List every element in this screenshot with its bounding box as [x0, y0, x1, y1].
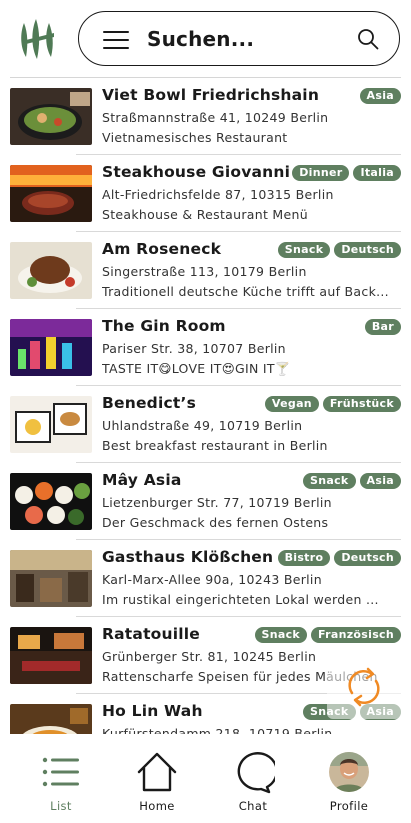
- search-bar[interactable]: Suchen...: [78, 11, 400, 66]
- restaurant-name: Mây Asia: [102, 471, 182, 489]
- restaurant-row[interactable]: Viet Bowl Friedrichshain Asia Straßmanns…: [0, 78, 411, 155]
- category-tag: Bar: [364, 319, 401, 335]
- tag-group: Bar: [364, 319, 401, 335]
- tag-group: Dinner Italia: [292, 165, 401, 181]
- restaurant-address: Grünberger Str. 81, 10245 Berlin: [102, 649, 317, 664]
- nav-profile[interactable]: Profile: [309, 734, 389, 823]
- restaurant-address: Pariser Str. 38, 10707 Berlin: [102, 341, 286, 356]
- restaurant-address: Kurfürstendamm 218, 10719 Berlin: [102, 726, 333, 734]
- restaurant-row[interactable]: The Gin Room Bar Pariser Str. 38, 10707 …: [0, 309, 411, 386]
- nav-chat-label: Chat: [238, 799, 268, 813]
- restaurant-description: Vietnamesisches Restaurant: [102, 130, 288, 145]
- restaurant-address: Straßmannstraße 41, 10249 Berlin: [102, 110, 329, 125]
- category-tag: Snack: [303, 473, 356, 489]
- restaurant-image: [10, 242, 92, 299]
- restaurant-image: [10, 88, 92, 145]
- category-tag: Snack: [277, 242, 331, 258]
- restaurant-description: Der Geschmack des fernen Ostens: [102, 515, 329, 530]
- top-bar: Suchen...: [0, 0, 411, 78]
- category-tag: Französisch: [311, 627, 401, 643]
- category-tag: Vegan: [264, 396, 319, 412]
- list-icon: [42, 757, 79, 787]
- category-tag: Dinner: [292, 165, 350, 181]
- restaurant-list[interactable]: Viet Bowl Friedrichshain Asia Straßmanns…: [0, 78, 411, 734]
- search-input[interactable]: Suchen...: [147, 27, 254, 51]
- nav-list[interactable]: List: [21, 734, 101, 823]
- restaurant-address: Lietzenburger Str. 77, 10719 Berlin: [102, 495, 332, 510]
- category-tag: Asia: [359, 473, 401, 489]
- restaurant-address: Karl-Marx-Allee 90a, 10243 Berlin: [102, 572, 322, 587]
- category-tag: Snack: [254, 627, 308, 643]
- restaurant-image: [10, 473, 92, 530]
- leaf-logo-icon: [21, 19, 54, 59]
- category-tag: Bistro: [277, 550, 331, 566]
- restaurant-name: The Gin Room: [102, 317, 226, 335]
- tag-group: Bistro Deutsch: [277, 550, 401, 566]
- restaurant-name: Am Roseneck: [102, 240, 222, 258]
- restaurant-name: Viet Bowl Friedrichshain: [102, 86, 320, 104]
- restaurant-image: [10, 396, 92, 453]
- restaurant-address: Singerstraße 113, 10179 Berlin: [102, 264, 307, 279]
- restaurant-row[interactable]: Am Roseneck Snack Deutsch Singerstraße 11…: [0, 232, 411, 309]
- search-icon[interactable]: [357, 28, 379, 50]
- category-tag: Italia: [353, 165, 401, 181]
- restaurant-row[interactable]: Mây Asia Snack Asia Lietzenburger Str. 77…: [0, 463, 411, 540]
- tag-group: Vegan Frühstück: [264, 396, 401, 412]
- restaurant-description: Best breakfast restaurant in Berlin: [102, 438, 328, 453]
- nav-profile-label: Profile: [329, 799, 369, 813]
- category-tag: Frühstück: [322, 396, 401, 412]
- restaurant-address: Alt-Friedrichsfelde 87, 10315 Berlin: [102, 187, 334, 202]
- avatar: [329, 752, 369, 792]
- chat-bubble-icon: [237, 752, 275, 794]
- restaurant-row[interactable]: Steakhouse Giovanni Dinner Italia Alt-Fri…: [0, 155, 411, 232]
- restaurant-image: [10, 704, 92, 734]
- restaurant-name: Gasthaus Klößchen: [102, 548, 274, 566]
- home-icon: [137, 752, 177, 792]
- restaurant-row[interactable]: Gasthaus Klößchen Bistro Deutsch Karl-Mar…: [0, 540, 411, 617]
- restaurant-name: Steakhouse Giovanni: [102, 163, 291, 181]
- tag-group: SnackAsia: [303, 473, 401, 489]
- restaurant-name: Ratatouille: [102, 625, 201, 643]
- nav-home[interactable]: Home: [117, 734, 197, 823]
- restaurant-row[interactable]: Benedict’s Vegan Frühstück Uhlandstraße 4…: [0, 386, 411, 463]
- bottom-navigation: List Home Chat Profile: [0, 734, 411, 823]
- restaurant-image: [10, 627, 92, 684]
- category-tag: Deutsch: [334, 550, 401, 566]
- restaurant-image: [10, 165, 92, 222]
- tag-group: Snack Französisch: [254, 627, 401, 643]
- tag-group: Asia: [359, 88, 401, 104]
- restaurant-name: Ho Lin Wah: [102, 702, 203, 720]
- restaurant-description: TASTE IT😋LOVE IT😍GIN IT🍸: [102, 361, 291, 376]
- category-tag: Deutsch: [334, 242, 401, 258]
- restaurant-image: [10, 319, 92, 376]
- refresh-button[interactable]: [327, 655, 401, 719]
- restaurant-image: [10, 550, 92, 607]
- category-tag: Asia: [359, 88, 401, 104]
- hamburger-menu-icon[interactable]: [103, 30, 129, 50]
- nav-chat[interactable]: Chat: [213, 734, 293, 823]
- restaurant-address: Uhlandstraße 49, 10719 Berlin: [102, 418, 303, 433]
- restaurant-description: Im rustikal eingerichteten Lokal werden …: [102, 592, 379, 607]
- tag-group: Snack Deutsch: [277, 242, 401, 258]
- refresh-icon: [348, 667, 380, 707]
- restaurant-description: Traditionell deutsche Küche trifft auf B…: [102, 284, 389, 299]
- nav-home-label: Home: [139, 799, 175, 813]
- nav-list-label: List: [50, 799, 72, 813]
- restaurant-description: Steakhouse & Restaurant Menü: [102, 207, 308, 222]
- restaurant-name: Benedict’s: [102, 394, 196, 412]
